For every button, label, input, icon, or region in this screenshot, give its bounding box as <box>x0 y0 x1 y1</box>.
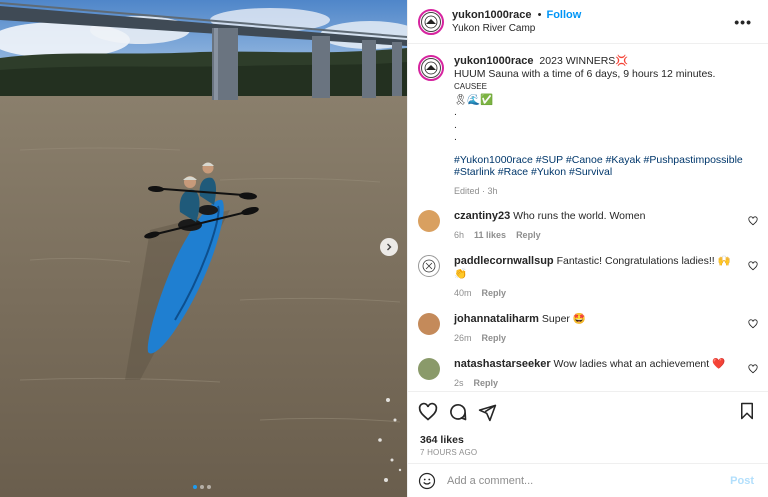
comment-username[interactable]: paddlecornwallsup <box>454 255 554 267</box>
chevron-right-icon <box>387 243 392 251</box>
share-send-icon[interactable] <box>478 403 497 422</box>
caption-hashtags[interactable]: #Yukon1000race #SUP #Canoe #Kayak #Pushp… <box>454 154 744 179</box>
caption-edited-time: Edited · 3h <box>454 185 498 196</box>
yukon-logo-icon <box>424 61 438 75</box>
caption-line1: 2023 WINNERS💢 <box>539 55 629 67</box>
carousel-dot <box>193 485 197 489</box>
comment-text: Super 🤩 <box>541 313 586 325</box>
author-username[interactable]: yukon1000race <box>452 9 532 21</box>
comments-scroll-area[interactable]: yukon1000race 2023 WINNERS💢 HUUM Sauna w… <box>408 45 768 390</box>
yukon-logo-icon <box>424 15 438 28</box>
comment-reply-button[interactable]: Reply <box>482 288 507 298</box>
comment-like-heart-icon[interactable] <box>748 364 758 374</box>
caption-author-avatar[interactable] <box>418 55 444 81</box>
carousel-next-button[interactable] <box>380 238 398 256</box>
post-details-panel: yukon1000race • Follow Yukon River Camp … <box>407 0 768 497</box>
author-avatar[interactable] <box>418 8 444 35</box>
carousel-dot <box>200 485 204 489</box>
comment-time: 6h <box>454 230 465 240</box>
post-comment-button[interactable]: Post <box>730 475 754 487</box>
hashtags-line2[interactable]: #Starlink #Race #Yukon #Survival <box>454 166 744 179</box>
caption-username[interactable]: yukon1000race <box>454 55 534 67</box>
comment-reply-button[interactable]: Reply <box>474 378 499 388</box>
comment-item: czantiny23 Who runs the world. Women 6h 1… <box>408 210 768 242</box>
like-heart-icon[interactable] <box>418 402 438 422</box>
commenter-avatar[interactable] <box>418 313 440 335</box>
comment-username[interactable]: natashastarseeker <box>454 358 551 370</box>
caption-dot: . <box>454 106 457 118</box>
follow-button[interactable]: Follow <box>546 9 581 21</box>
comment-time: 40m <box>454 288 472 298</box>
paddle-logo-icon <box>422 259 436 273</box>
comment-like-heart-icon[interactable] <box>748 216 758 226</box>
commenter-avatar[interactable] <box>418 255 440 277</box>
comment-time: 26m <box>454 333 472 343</box>
comment-bubble-icon[interactable] <box>448 402 468 422</box>
post-time-ago: 7 HOURS AGO <box>420 448 478 457</box>
comment-text: Who runs the world. Women <box>513 210 646 222</box>
comment-text: Wow ladies what an achievement ❤️ <box>553 358 726 370</box>
comment-likes[interactable]: 11 likes <box>474 230 506 240</box>
post-caption: yukon1000race 2023 WINNERS💢 HUUM Sauna w… <box>408 45 768 197</box>
caption-emoji-line: 🎗🌊✅ <box>454 93 494 106</box>
post-photo[interactable] <box>0 0 407 497</box>
comment-item: johannataliharm Super 🤩 26m Reply <box>408 313 768 345</box>
comment-item: natashastarseeker Wow ladies what an ach… <box>408 358 768 390</box>
hashtags-line1[interactable]: #Yukon1000race #SUP #Canoe #Kayak #Pushp… <box>454 154 744 167</box>
likes-count[interactable]: 364 likes <box>408 422 768 446</box>
comment-time: 2s <box>454 378 464 388</box>
save-bookmark-icon[interactable] <box>738 402 756 420</box>
commenter-avatar[interactable] <box>418 358 440 380</box>
comment-item: paddlecornwallsup Fantastic! Congratulat… <box>408 255 768 300</box>
caption-dot: . <box>454 131 457 143</box>
comment-reply-button[interactable]: Reply <box>482 333 507 343</box>
post-location[interactable]: Yukon River Camp <box>452 22 581 35</box>
carousel-dot <box>207 485 211 489</box>
more-options-icon[interactable]: ••• <box>734 14 752 30</box>
emoji-smiley-icon[interactable] <box>418 472 436 490</box>
kayak-photo-image <box>0 0 407 497</box>
add-comment-bar: Post <box>408 463 768 497</box>
comment-like-heart-icon[interactable] <box>748 261 758 271</box>
commenter-avatar[interactable] <box>418 210 440 232</box>
caption-line2: HUUM Sauna with a time of 6 days, 9 hour… <box>454 67 716 80</box>
add-comment-input[interactable] <box>447 474 707 487</box>
comment-reply-button[interactable]: Reply <box>516 230 541 240</box>
post-header: yukon1000race • Follow Yukon River Camp … <box>408 0 768 44</box>
comment-username[interactable]: johannataliharm <box>454 313 539 325</box>
comment-username[interactable]: czantiny23 <box>454 210 510 222</box>
separator-dot: • <box>537 8 542 21</box>
comment-like-heart-icon[interactable] <box>748 319 758 329</box>
carousel-indicator <box>193 485 211 489</box>
caption-line2-small: CAUSEE <box>454 82 487 91</box>
post-actions: 364 likes 7 HOURS AGO <box>408 391 768 463</box>
caption-dot: . <box>454 118 457 131</box>
